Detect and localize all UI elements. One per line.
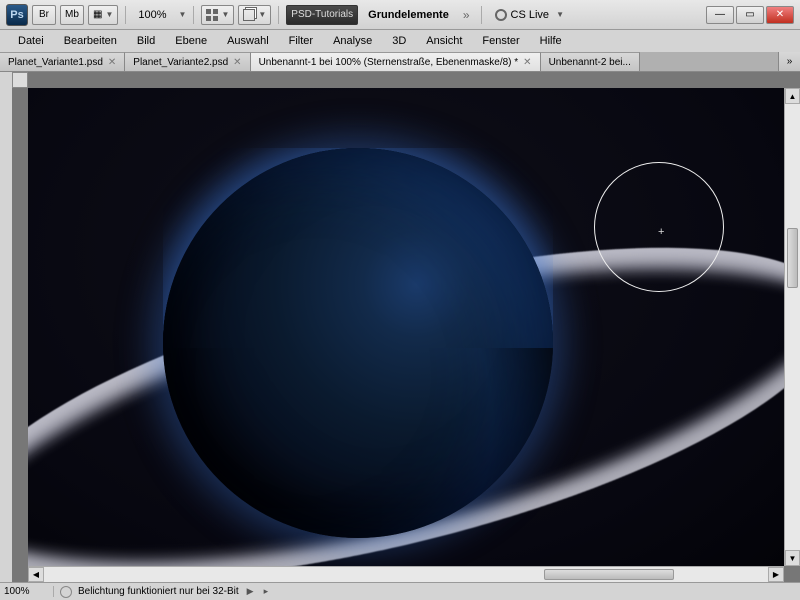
window-controls: — ▭ ✕ bbox=[706, 6, 794, 24]
status-nav-menu[interactable]: ▸ bbox=[262, 586, 271, 597]
scroll-right-arrow[interactable]: ▶ bbox=[768, 567, 784, 582]
close-icon[interactable]: ✕ bbox=[233, 57, 241, 68]
menu-ebene[interactable]: Ebene bbox=[165, 32, 217, 50]
planet-front-mask bbox=[163, 148, 553, 348]
menu-3d[interactable]: 3D bbox=[382, 32, 416, 50]
canvas-container: + bbox=[12, 72, 800, 582]
cslive-icon bbox=[495, 9, 507, 21]
arrange-docs-button[interactable]: ▼ bbox=[201, 5, 234, 25]
tab-label: Unbenannt-2 bei... bbox=[549, 57, 631, 68]
scroll-track[interactable] bbox=[44, 567, 768, 582]
canvas-area: + bbox=[12, 72, 800, 582]
menu-ansicht[interactable]: Ansicht bbox=[416, 32, 472, 50]
app-toolbar: Ps Br Mb ▦▼ 100%▼ ▼ ▼ PSD-Tutorials Grun… bbox=[0, 0, 800, 30]
minibridge-button[interactable]: Mb bbox=[60, 5, 84, 25]
documents-icon bbox=[243, 9, 255, 21]
chevron-down-icon: ▼ bbox=[258, 10, 266, 19]
menu-bar: Datei Bearbeiten Bild Ebene Auswahl Filt… bbox=[0, 30, 800, 52]
close-icon[interactable]: ✕ bbox=[108, 57, 116, 68]
scroll-up-arrow[interactable]: ▲ bbox=[785, 88, 800, 104]
tab-overflow-button[interactable]: » bbox=[778, 52, 800, 71]
status-bar: 100% Belichtung funktioniert nur bei 32-… bbox=[0, 582, 800, 600]
view-extras-button[interactable]: ▦▼ bbox=[88, 5, 118, 25]
status-message: Belichtung funktioniert nur bei 32-Bit bbox=[78, 586, 239, 597]
document-tabs: Planet_Variante1.psd ✕ Planet_Variante2.p… bbox=[0, 52, 800, 72]
photoshop-logo: Ps bbox=[6, 4, 28, 26]
tab-unbenannt-1[interactable]: Unbenannt-1 bei 100% (Sternenstraße, Ebe… bbox=[251, 52, 541, 71]
status-zoom[interactable]: 100% bbox=[4, 586, 54, 597]
menu-filter[interactable]: Filter bbox=[279, 32, 323, 50]
chevron-down-icon: ▼ bbox=[105, 10, 113, 19]
tab-planet-variante2[interactable]: Planet_Variante2.psd ✕ bbox=[125, 52, 250, 71]
separator bbox=[193, 6, 194, 24]
workspace-psdtutorials[interactable]: PSD-Tutorials bbox=[286, 5, 358, 25]
maximize-button[interactable]: ▭ bbox=[736, 6, 764, 24]
menu-bild[interactable]: Bild bbox=[127, 32, 165, 50]
menu-bearbeiten[interactable]: Bearbeiten bbox=[54, 32, 127, 50]
separator bbox=[125, 6, 126, 24]
ruler-origin[interactable] bbox=[12, 72, 28, 88]
screen-mode-button[interactable]: ▼ bbox=[238, 5, 271, 25]
status-info-icon[interactable] bbox=[60, 586, 72, 598]
cs-live-label: CS Live bbox=[511, 9, 550, 21]
scroll-thumb[interactable] bbox=[544, 569, 674, 580]
zoom-level[interactable]: 100% bbox=[133, 9, 171, 21]
close-icon[interactable]: ✕ bbox=[523, 57, 531, 68]
menu-analyse[interactable]: Analyse bbox=[323, 32, 382, 50]
separator bbox=[481, 6, 482, 24]
tab-unbenannt-2[interactable]: Unbenannt-2 bei... bbox=[541, 52, 640, 71]
tab-label: Planet_Variante2.psd bbox=[133, 57, 228, 68]
scroll-left-arrow[interactable]: ◀ bbox=[28, 567, 44, 582]
document-canvas[interactable]: + bbox=[28, 88, 784, 566]
chevron-down-icon: ▼ bbox=[221, 10, 229, 19]
grid-icon bbox=[206, 9, 218, 21]
menu-auswahl[interactable]: Auswahl bbox=[217, 32, 279, 50]
minimize-button[interactable]: — bbox=[706, 6, 734, 24]
horizontal-scrollbar[interactable]: ◀ ▶ bbox=[28, 566, 784, 582]
menu-datei[interactable]: Datei bbox=[8, 32, 54, 50]
tab-label: Unbenannt-1 bei 100% (Sternenstraße, Ebe… bbox=[259, 57, 519, 68]
vertical-scrollbar[interactable]: ▲ ▼ bbox=[784, 88, 800, 566]
status-nav-right[interactable]: ▶ bbox=[245, 586, 256, 597]
workspace-overflow[interactable]: » bbox=[459, 8, 474, 22]
chevron-down-icon: ▼ bbox=[556, 10, 564, 19]
brush-cursor-crosshair: + bbox=[658, 226, 664, 238]
separator bbox=[278, 6, 279, 24]
workspace-grundelemente[interactable]: Grundelemente bbox=[362, 9, 455, 21]
tab-planet-variante1[interactable]: Planet_Variante1.psd ✕ bbox=[0, 52, 125, 71]
chevron-down-icon[interactable]: ▼ bbox=[179, 10, 187, 19]
scroll-thumb[interactable] bbox=[787, 228, 798, 288]
scroll-down-arrow[interactable]: ▼ bbox=[785, 550, 800, 566]
menu-fenster[interactable]: Fenster bbox=[472, 32, 529, 50]
close-button[interactable]: ✕ bbox=[766, 6, 794, 24]
tab-label: Planet_Variante1.psd bbox=[8, 57, 103, 68]
bridge-button[interactable]: Br bbox=[32, 5, 56, 25]
cs-live-button[interactable]: CS Live ▼ bbox=[489, 9, 570, 21]
menu-hilfe[interactable]: Hilfe bbox=[530, 32, 572, 50]
filmstrip-icon: ▦ bbox=[93, 9, 102, 20]
